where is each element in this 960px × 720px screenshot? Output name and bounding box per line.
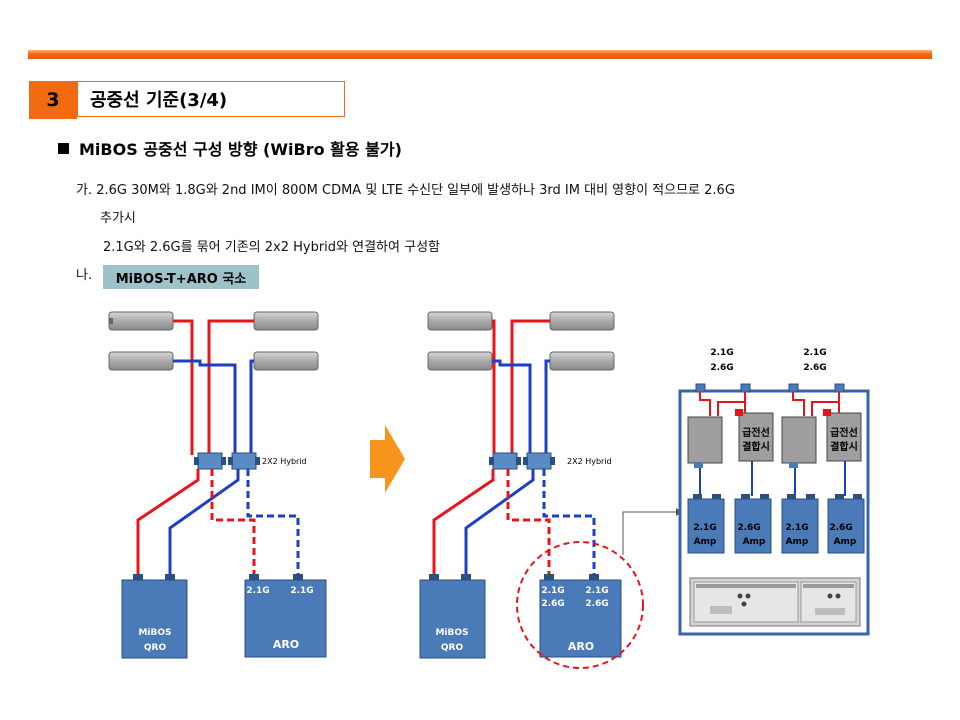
aro-unit: 2.1G 2.6G 2.1G 2.6G ARO bbox=[539, 574, 622, 658]
feeder-blue-line bbox=[544, 359, 550, 455]
feeder-blue-dashed-line bbox=[542, 469, 596, 578]
feeder-blue-line bbox=[168, 469, 240, 578]
feeder-red-line bbox=[136, 469, 200, 578]
aro-port-label: 2.6G bbox=[541, 599, 564, 609]
amp-freq: 2.6G bbox=[737, 523, 760, 533]
feeder-red-line bbox=[207, 319, 254, 455]
amp-unit: 2.1G Amp bbox=[687, 494, 725, 554]
amp-unit: 2.6G Amp bbox=[734, 494, 772, 554]
hybrid-combiner-icon bbox=[228, 452, 260, 470]
aro-port-label: 2.6G bbox=[585, 599, 608, 609]
equipment-photo bbox=[689, 577, 861, 627]
right-diagram: 2X2 Hybrid MiBOS QRO 2.1G 2.6G 2.1G 2.6G… bbox=[419, 311, 682, 669]
amp-freq: 2.1G bbox=[785, 523, 808, 533]
aro-port-label: 2.1G bbox=[541, 586, 564, 596]
hybrid-combiner-icon bbox=[194, 452, 226, 470]
aro-detail-panel: 2.1G 2.6G 2.1G 2.6G 급전선 결합시 급전선 결합시 2.1G… bbox=[678, 348, 870, 636]
port-freq-label: 2.6G bbox=[710, 363, 733, 373]
hybrid-label: 2X2 Hybrid bbox=[262, 457, 307, 466]
antenna-icon bbox=[427, 311, 493, 331]
port-freq-label: 2.1G bbox=[710, 348, 733, 358]
qro-label-line1: MiBOS bbox=[138, 628, 171, 638]
aro-label: ARO bbox=[273, 638, 299, 651]
antenna-icon bbox=[253, 351, 319, 371]
qro-label-line1: MiBOS bbox=[435, 628, 468, 638]
arrow-right-icon bbox=[370, 425, 405, 493]
amp-word: Amp bbox=[834, 537, 857, 547]
qro-unit: MiBOS QRO bbox=[419, 574, 486, 659]
antenna-icon bbox=[253, 311, 319, 331]
aro-unit: 2.1G 2.1G ARO bbox=[244, 574, 327, 658]
callout-line bbox=[622, 511, 676, 555]
amp-freq: 2.6G bbox=[829, 523, 852, 533]
combiner-label: 급전선 bbox=[742, 426, 770, 439]
antenna-icon bbox=[549, 351, 615, 371]
aro-port-label: 2.1G bbox=[246, 586, 269, 596]
feeder-red-line bbox=[432, 469, 495, 578]
port-freq-label: 2.1G bbox=[803, 348, 826, 358]
feeder-red-line bbox=[492, 319, 496, 455]
antenna-icon bbox=[427, 351, 493, 371]
antenna-diagram: 2X2 Hybrid MiBOS QRO 2.1G 2.1G ARO 2X2 H… bbox=[108, 311, 870, 669]
hybrid-combiner-icon bbox=[523, 452, 555, 470]
amp-freq: 2.1G bbox=[693, 523, 716, 533]
hybrid-combiner-icon bbox=[489, 452, 521, 470]
aro-port-label: 2.1G bbox=[290, 586, 313, 596]
aro-label: ARO bbox=[568, 640, 594, 653]
antenna-icon bbox=[108, 311, 174, 331]
amp-word: Amp bbox=[694, 537, 717, 547]
amp-unit: 2.6G Amp bbox=[827, 494, 865, 554]
amp-unit: 2.1G Amp bbox=[781, 494, 819, 554]
combiner-label: 급전선 bbox=[830, 426, 858, 439]
antenna-icon bbox=[549, 311, 615, 331]
amp-word: Amp bbox=[743, 537, 766, 547]
port-freq-label: 2.6G bbox=[803, 363, 826, 373]
aro-port-label: 2.1G bbox=[585, 586, 608, 596]
feeder-blue-line bbox=[249, 359, 254, 455]
hybrid-label: 2X2 Hybrid bbox=[567, 457, 612, 466]
qro-unit: MiBOS QRO bbox=[121, 574, 188, 659]
antenna-icon bbox=[108, 351, 174, 371]
amp-word: Amp bbox=[786, 537, 809, 547]
feeder-blue-line bbox=[173, 359, 237, 455]
qro-label-line2: QRO bbox=[144, 643, 167, 653]
left-diagram: 2X2 Hybrid MiBOS QRO 2.1G 2.1G ARO bbox=[108, 311, 327, 659]
combiner-label: 결합시 bbox=[830, 440, 858, 453]
qro-label-line2: QRO bbox=[441, 643, 464, 653]
feeder-blue-line bbox=[464, 469, 535, 578]
combiner-label: 결합시 bbox=[742, 440, 770, 453]
feeder-red-line bbox=[173, 319, 194, 455]
